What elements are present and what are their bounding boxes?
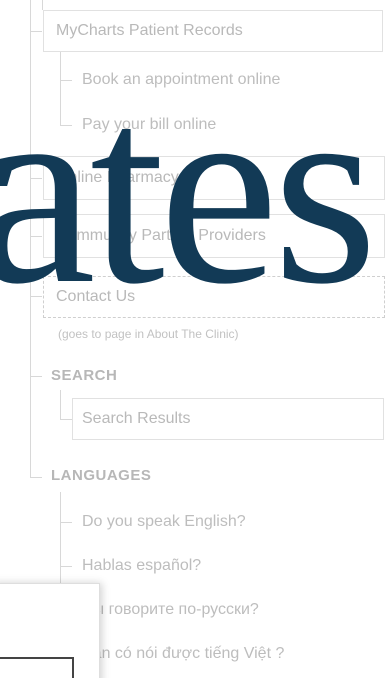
tree-connector-mycharts: [30, 31, 42, 32]
tree-connector-lang-2: [60, 566, 72, 567]
tree-line-main: [30, 0, 31, 478]
nav-item-contact[interactable]: Contact Us: [43, 276, 385, 318]
tree-connector-search: [30, 376, 42, 377]
tree-connector-pay: [60, 125, 72, 126]
tree-connector-languages: [30, 477, 42, 478]
nav-item-pharmacy[interactable]: Online Pharmacy: [43, 156, 385, 200]
nav-item-partners[interactable]: Community Partner Providers: [43, 214, 385, 258]
floating-panel-control[interactable]: [0, 657, 74, 678]
search-heading: SEARCH: [51, 367, 118, 384]
tree-line-mycharts-children: [60, 52, 61, 126]
nav-item-mycharts[interactable]: MyCharts Patient Records: [43, 10, 383, 52]
search-results-link[interactable]: Search Results: [72, 398, 384, 440]
language-link-english[interactable]: Do you speak English?: [82, 513, 246, 531]
sitemap-canvas: MyCharts Patient Records Book an appoint…: [0, 0, 385, 678]
contact-note: (goes to page in About The Clinic): [58, 327, 239, 341]
nav-link-pay-bill[interactable]: Pay your bill online: [82, 116, 216, 134]
tree-connector-partners: [30, 236, 42, 237]
tree-line-top-stub: [42, 0, 43, 10]
tree-connector-pharmacy: [30, 178, 42, 179]
tree-connector-book: [60, 80, 72, 81]
tree-connector-lang-1: [60, 522, 72, 523]
nav-link-book-appointment[interactable]: Book an appointment online: [82, 71, 280, 89]
tree-line-search-children: [60, 390, 61, 420]
language-link-vietnamese[interactable]: Bạn có nói được tiếng Việt ?: [82, 645, 284, 663]
language-link-spanish[interactable]: Hablas español?: [82, 557, 201, 575]
tree-connector-contact: [30, 296, 42, 297]
tree-connector-search-results: [60, 419, 72, 420]
languages-heading: LANGUAGES: [51, 467, 152, 484]
language-link-russian[interactable]: Вы говорите по-русски?: [82, 601, 259, 619]
